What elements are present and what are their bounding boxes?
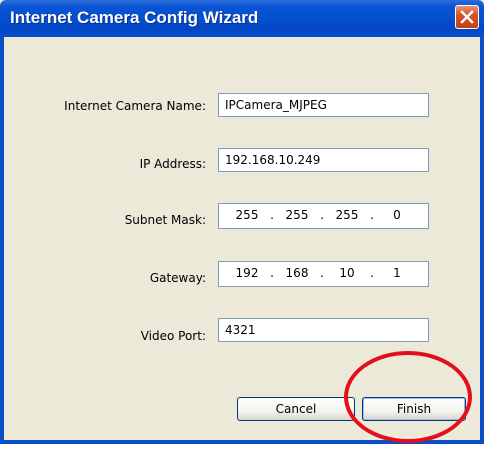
subnet-octet-2[interactable]: 255 <box>277 208 317 222</box>
camera-name-field[interactable]: IPCamera_MJPEG <box>218 93 429 117</box>
subnet-octet-3[interactable]: 255 <box>327 208 367 222</box>
ip-address-label: IP Address: <box>139 157 206 171</box>
gateway-octet-3[interactable]: 10 <box>327 266 367 280</box>
octet-separator: . <box>270 266 274 280</box>
close-button[interactable] <box>455 5 479 29</box>
subnet-mask-label: Subnet Mask: <box>124 213 206 227</box>
window-frame-left <box>0 37 4 444</box>
octet-separator: . <box>320 208 324 222</box>
title-bar[interactable]: Internet Camera Config Wizard <box>0 0 484 37</box>
gateway-label: Gateway: <box>149 271 206 285</box>
window-title: Internet Camera Config Wizard <box>10 8 259 27</box>
subnet-octet-1[interactable]: 255 <box>227 208 267 222</box>
video-port-label: Video Port: <box>140 329 206 343</box>
gateway-octet-1[interactable]: 192 <box>227 266 267 280</box>
octet-separator: . <box>320 266 324 280</box>
cancel-button[interactable]: Cancel <box>237 397 355 421</box>
window-frame-right <box>480 37 484 444</box>
camera-name-label: Internet Camera Name: <box>64 99 206 113</box>
video-port-field[interactable]: 4321 <box>218 318 429 342</box>
gateway-field[interactable]: 192 . 168 . 10 . 1 <box>218 261 429 287</box>
subnet-octet-4[interactable]: 0 <box>377 208 417 222</box>
subnet-mask-field[interactable]: 255 . 255 . 255 . 0 <box>218 203 429 229</box>
highlight-circle <box>344 351 472 443</box>
close-icon <box>460 10 474 24</box>
octet-separator: . <box>370 208 374 222</box>
octet-separator: . <box>370 266 374 280</box>
gateway-octet-2[interactable]: 168 <box>277 266 317 280</box>
gateway-octet-4[interactable]: 1 <box>377 266 417 280</box>
octet-separator: . <box>270 208 274 222</box>
ip-address-field[interactable]: 192.168.10.249 <box>218 148 429 172</box>
